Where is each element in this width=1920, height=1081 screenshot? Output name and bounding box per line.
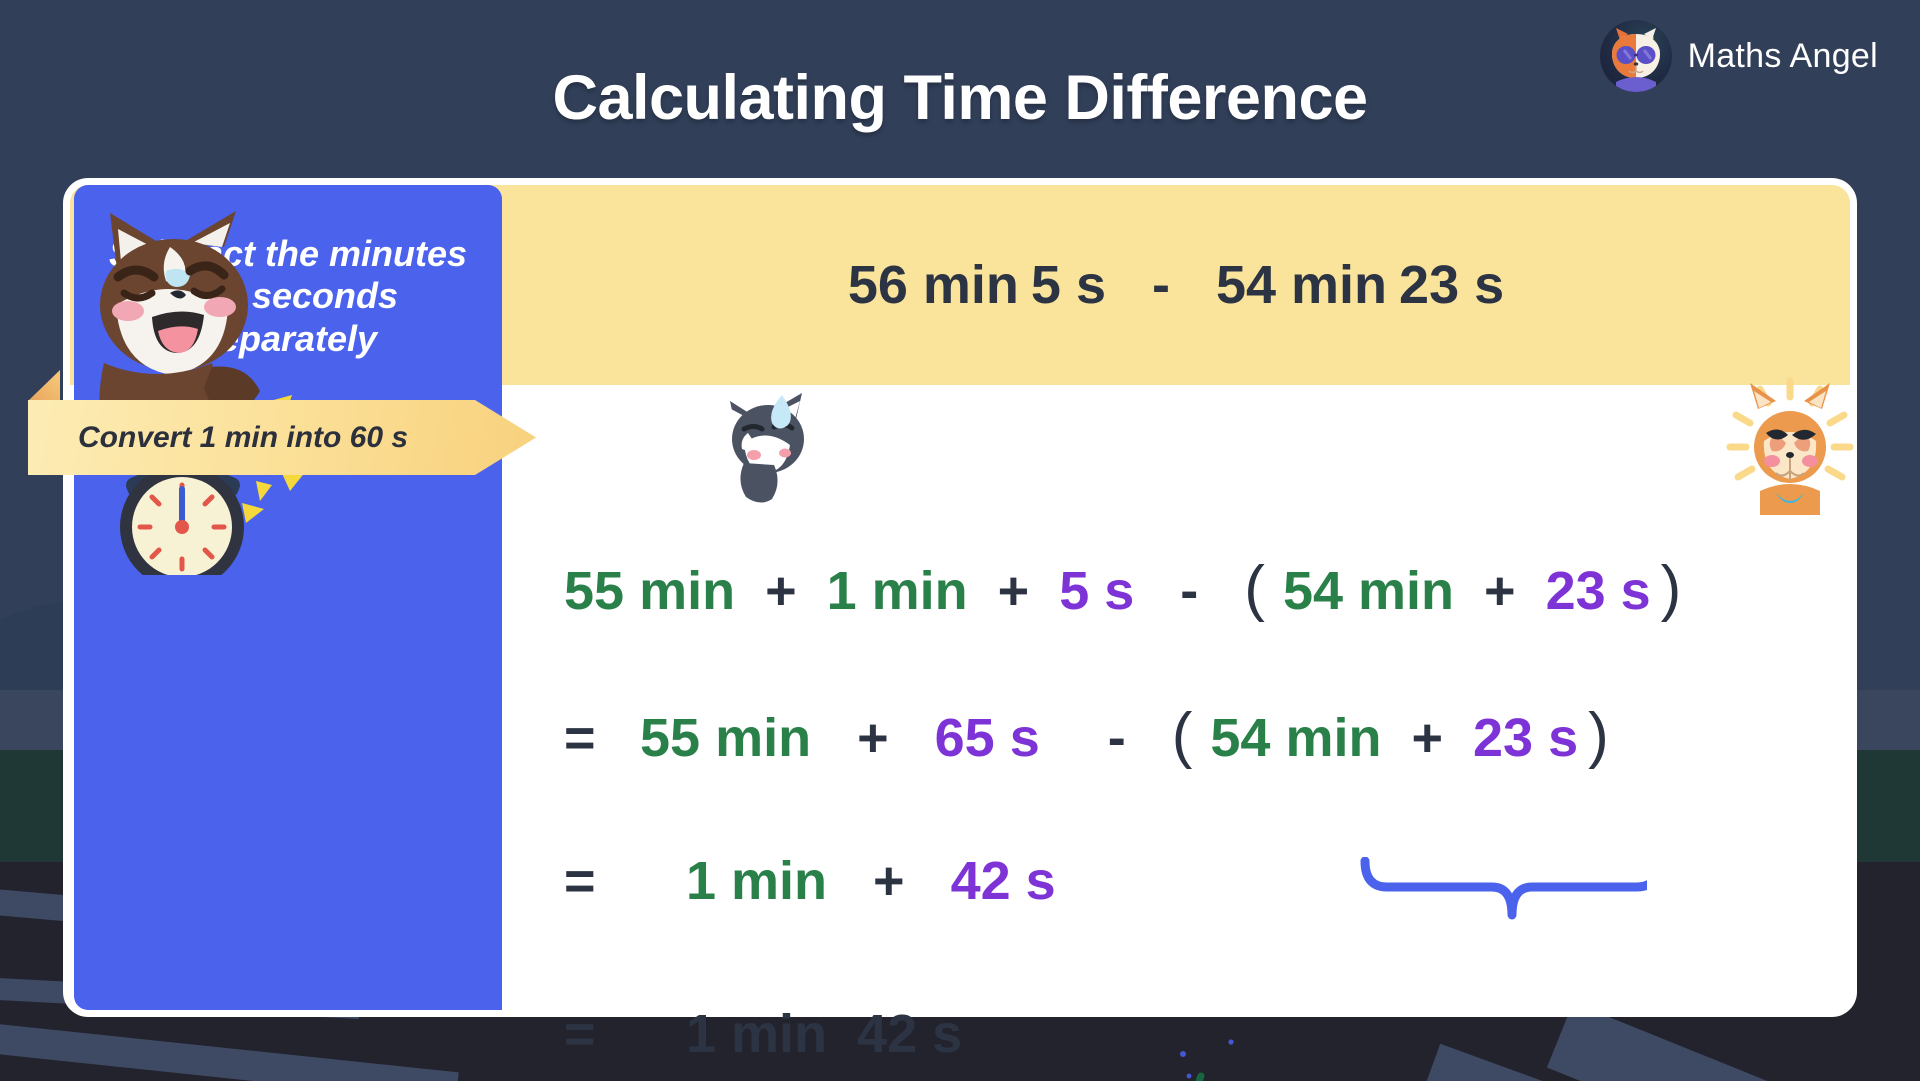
operator-minus: - [1180,561,1199,621]
operator-plus: + [765,561,797,621]
term-minutes: 55 min [640,708,812,768]
problem-operator: - [1151,255,1170,315]
problem-statement: 56 min 5 s - 54 min 23 s [502,185,1850,385]
brand-name: Maths Angel [1687,36,1878,75]
solution-steps: 55 min + 1 min + 5 s - ( 54 min + 23 s )… [502,385,1850,1064]
term-minutes: 1 min [826,561,968,621]
ribbon-label: Convert 1 min into 60 s [78,420,409,454]
operator-plus: + [1411,708,1443,768]
term-minutes: 54 min [1282,561,1455,621]
term-minutes: 54 min [1210,708,1382,768]
term-seconds: 23 s [1545,561,1651,621]
step-2-row: = 55 min + 65 s - ( 54 min + 23 s ) [564,700,1609,771]
grouping-brace-icon [1357,856,1664,921]
answer-seconds: 42 s [857,1004,963,1064]
brand-lockup: Maths Angel [1599,20,1878,92]
slide-canvas: Calculating Time Difference Maths Angel [0,0,1920,1081]
paren-close: ) [1660,554,1682,623]
answer-row: = 1 min 42 s [564,1003,962,1065]
cat-with-stopwatch-icon [74,185,324,589]
equals-sign: = [564,851,596,911]
instruction-panel: Subtract the minutes and seconds separat… [74,185,502,1010]
paren-close: ) [1588,701,1609,770]
term-seconds: 42 s [950,851,1056,911]
step-1-row: 55 min + 1 min + 5 s - ( 54 min + 23 s ) [564,553,1681,624]
operator-plus: + [857,708,889,768]
minuend: 56 min 5 s [847,255,1106,315]
term-minutes: 55 min [564,561,736,621]
step-3-row: = 1 min + 42 s [564,850,1056,912]
term-minutes: 1 min [686,851,828,911]
equals-sign: = [564,708,596,768]
operator-minus: - [1107,708,1126,768]
term-seconds: 23 s [1473,708,1579,768]
subtrahend: 54 min 23 s [1215,255,1505,315]
term-seconds: 5 s [1059,561,1135,621]
term-seconds: 65 s [934,708,1040,768]
answer-minutes: 1 min [686,1004,828,1064]
lesson-card: 56 min 5 s - 54 min 23 s Subtract the mi… [70,185,1854,1081]
fox-mascot-logo-icon [1599,20,1672,92]
convert-hint-ribbon: Convert 1 min into 60 s [28,400,536,475]
paren-open: ( [1171,701,1193,770]
operator-plus: + [1484,561,1516,621]
equals-sign: = [564,1004,596,1064]
operator-plus: + [997,561,1030,621]
party-popper-icon [1135,1030,1385,1081]
operator-plus: + [873,851,905,911]
paren-open: ( [1244,554,1265,623]
